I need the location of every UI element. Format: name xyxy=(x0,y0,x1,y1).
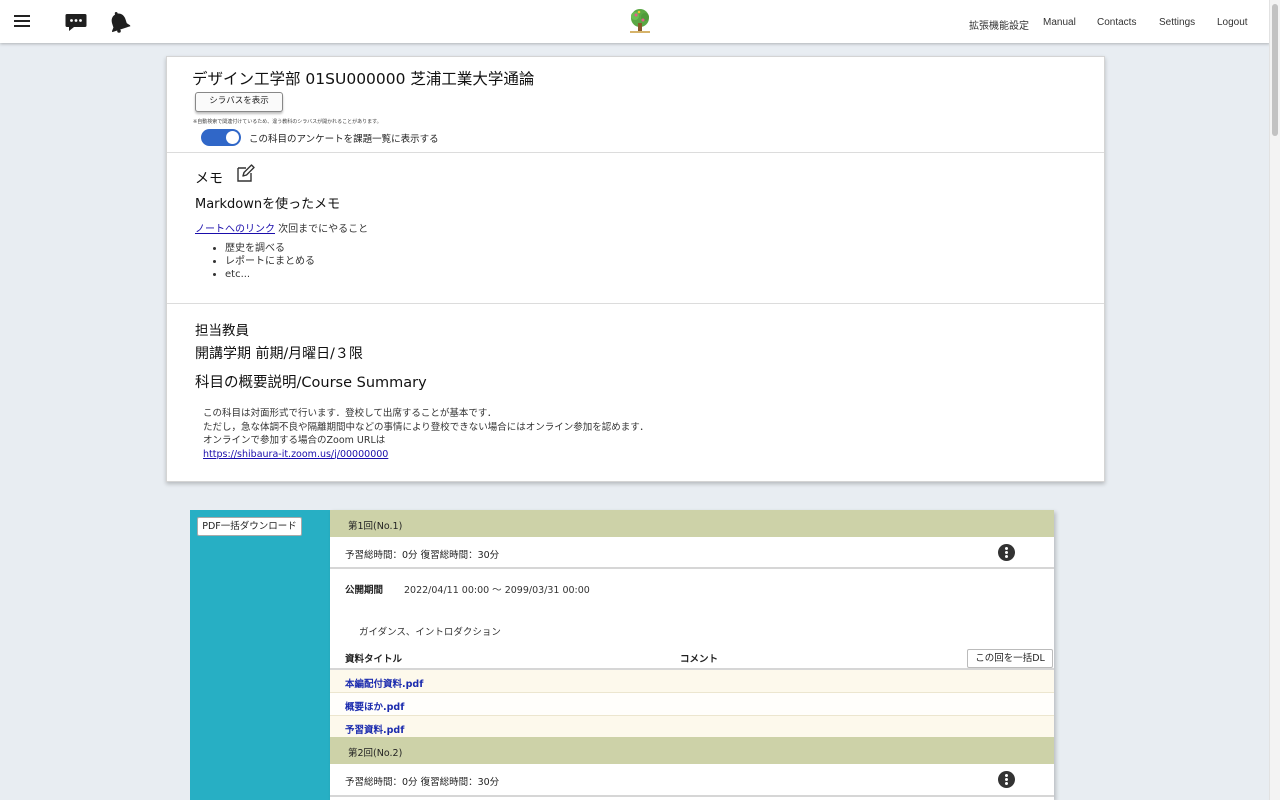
list-item: etc... xyxy=(225,268,315,281)
week-bulk-download-button[interactable]: この回を一括DL xyxy=(967,649,1053,668)
study-time: 予習総時間：0分 復習総時間：30分 xyxy=(345,777,500,788)
file-link[interactable]: 概要ほか.pdf xyxy=(345,699,404,713)
page-scrollbar[interactable] xyxy=(1269,0,1280,800)
publish-period-value: 2022/04/11 00:00 〜 2099/03/31 00:00 xyxy=(404,585,590,596)
memo-todo-list: 歴史を調べる レポートにまとめる etc... xyxy=(215,242,315,281)
message-icon[interactable] xyxy=(65,13,87,36)
list-item: レポートにまとめる xyxy=(225,255,315,268)
row-divider xyxy=(330,795,1054,797)
zoom-url-link[interactable]: https://shibaura-it.zoom.us/j/00000000 xyxy=(203,449,388,460)
memo-title: メモ xyxy=(195,171,223,187)
memo-line-text: 次回までにやること xyxy=(275,224,369,235)
materials-sidebar: PDF一括ダウンロード xyxy=(190,510,330,800)
publish-period-label: 公開期間 xyxy=(345,585,384,596)
course-info-card: デザイン工学部 01SU000000 芝浦工業大学通論 シラバスを表示 ※自動検… xyxy=(166,56,1105,482)
file-link[interactable]: 本編配付資料.pdf xyxy=(345,676,423,690)
edit-memo-icon[interactable] xyxy=(235,164,255,188)
survey-toggle[interactable] xyxy=(201,129,241,146)
nav-settings[interactable]: Settings xyxy=(1159,17,1195,28)
nav-logout[interactable]: Logout xyxy=(1217,17,1248,28)
column-header-comment: コメント xyxy=(680,654,719,665)
top-navigation-bar: 拡張機能設定 Manual Contacts Settings Logout xyxy=(0,0,1270,43)
week-header[interactable]: 第2回(No.2) xyxy=(330,737,1054,764)
scrollbar-thumb[interactable] xyxy=(1272,4,1278,136)
row-divider xyxy=(330,567,1054,569)
show-syllabus-button[interactable]: シラバスを表示 xyxy=(195,92,283,112)
more-options-icon[interactable] xyxy=(998,771,1015,788)
nav-contacts[interactable]: Contacts xyxy=(1097,17,1136,28)
lecture-list: 第1回(No.1) 予習総時間：0分 復習総時間：30分 公開期間 2022/0… xyxy=(330,510,1054,800)
list-item: 歴史を調べる xyxy=(225,242,315,255)
hamburger-menu-icon[interactable] xyxy=(14,13,30,32)
term-heading: 開講学期 前期/月曜日/３限 xyxy=(195,346,363,362)
more-options-icon[interactable] xyxy=(998,544,1015,561)
table-row: 予習資料.pdf xyxy=(330,716,1054,739)
week-header[interactable]: 第1回(No.1) xyxy=(330,510,1054,537)
section-divider xyxy=(167,303,1104,304)
bell-icon[interactable] xyxy=(107,10,131,37)
table-row: 概要ほか.pdf xyxy=(330,693,1054,716)
memo-line: ノートへのリンク 次回までにやること xyxy=(195,220,368,235)
summary-line: ただし，急な体調不良や隔離期間中などの事情により登校できない場合にはオンライン参… xyxy=(203,421,649,433)
section-divider xyxy=(167,152,1104,153)
study-time: 予習総時間：0分 復習総時間：30分 xyxy=(345,550,500,561)
table-row: 本編配付資料.pdf xyxy=(330,670,1054,693)
nav-extension-settings[interactable]: 拡張機能設定 xyxy=(969,17,1029,32)
file-link[interactable]: 予習資料.pdf xyxy=(345,722,404,736)
course-summary: この科目は対面形式で行います．登校して出席することが基本です． ただし，急な体調… xyxy=(203,407,649,461)
week-title: 第2回(No.2) xyxy=(348,748,403,759)
summary-heading: 科目の概要説明/Course Summary xyxy=(195,375,427,391)
tree-logo-icon[interactable] xyxy=(627,8,653,38)
teacher-heading: 担当教員 xyxy=(195,323,249,339)
course-title: デザイン工学部 01SU000000 芝浦工業大学通論 xyxy=(192,70,535,88)
memo-heading: Markdownを使ったメモ xyxy=(195,197,341,212)
syllabus-note: ※自動検索で関連付けているため、違う教科のシラバスが開かれることがあります。 xyxy=(193,119,382,125)
summary-line: この科目は対面形式で行います．登校して出席することが基本です． xyxy=(203,408,497,419)
toggle-knob xyxy=(226,131,239,144)
pdf-bulk-download-button[interactable]: PDF一括ダウンロード xyxy=(197,517,302,536)
column-header-title: 資料タイトル xyxy=(345,654,403,665)
week-title: 第1回(No.1) xyxy=(348,521,403,532)
summary-line: オンラインで参加する場合のZoom URLは xyxy=(203,435,386,446)
nav-manual[interactable]: Manual xyxy=(1043,17,1076,28)
survey-toggle-label: この科目のアンケートを課題一覧に表示する xyxy=(249,134,439,145)
lecture-description: ガイダンス、イントロダクション xyxy=(359,627,501,638)
note-link[interactable]: ノートへのリンク xyxy=(195,224,275,235)
